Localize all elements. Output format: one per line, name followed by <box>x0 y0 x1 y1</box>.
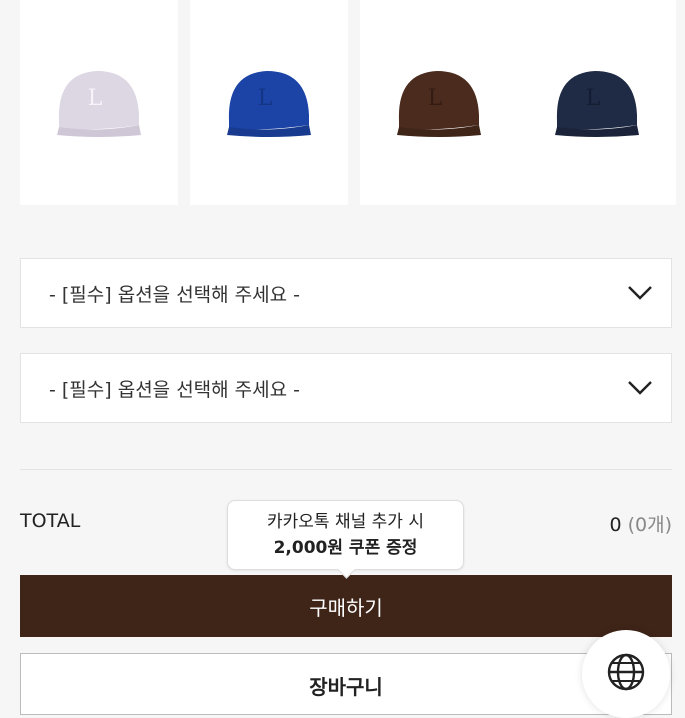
cap-icon: L <box>555 70 639 137</box>
option-select-label: - [필수] 옵션을 선택해 주세요 - <box>49 283 301 306</box>
cap-icon: L <box>397 70 481 137</box>
total-amount: 0 <box>609 514 622 536</box>
chevron-down-icon <box>628 286 652 300</box>
svg-text:L: L <box>88 86 103 111</box>
svg-text:L: L <box>258 86 273 111</box>
cart-button[interactable]: 장바구니 <box>20 653 672 715</box>
chevron-down-icon <box>628 381 652 395</box>
option-select-1[interactable]: - [필수] 옵션을 선택해 주세요 - <box>20 258 672 328</box>
product-thumb-navy[interactable]: L <box>518 0 676 205</box>
divider <box>20 469 672 470</box>
product-thumb-lavender[interactable]: L <box>20 0 178 205</box>
tooltip-line-2: 2,000원 쿠폰 증정 <box>273 538 418 558</box>
total-count: (0개) <box>627 514 672 536</box>
svg-text:L: L <box>586 86 601 111</box>
total-label: TOTAL <box>20 510 81 532</box>
tooltip-line-1: 카카오톡 채널 추가 시 <box>267 512 424 532</box>
cap-icon: L <box>227 70 311 137</box>
svg-text:L: L <box>428 86 443 111</box>
product-thumbnails: L L L L <box>20 0 685 210</box>
coupon-tooltip: 카카오톡 채널 추가 시 2,000원 쿠폰 증정 <box>227 500 464 570</box>
product-thumb-brown[interactable]: L <box>360 0 518 205</box>
globe-icon <box>607 653 645 691</box>
language-button[interactable] <box>582 630 670 718</box>
product-thumb-blue[interactable]: L <box>190 0 348 205</box>
total-value: 0 (0개) <box>609 510 672 537</box>
buy-button[interactable]: 구매하기 <box>20 575 672 637</box>
cap-icon: L <box>57 70 141 137</box>
option-select-label: - [필수] 옵션을 선택해 주세요 - <box>49 378 301 401</box>
option-select-2[interactable]: - [필수] 옵션을 선택해 주세요 - <box>20 353 672 423</box>
